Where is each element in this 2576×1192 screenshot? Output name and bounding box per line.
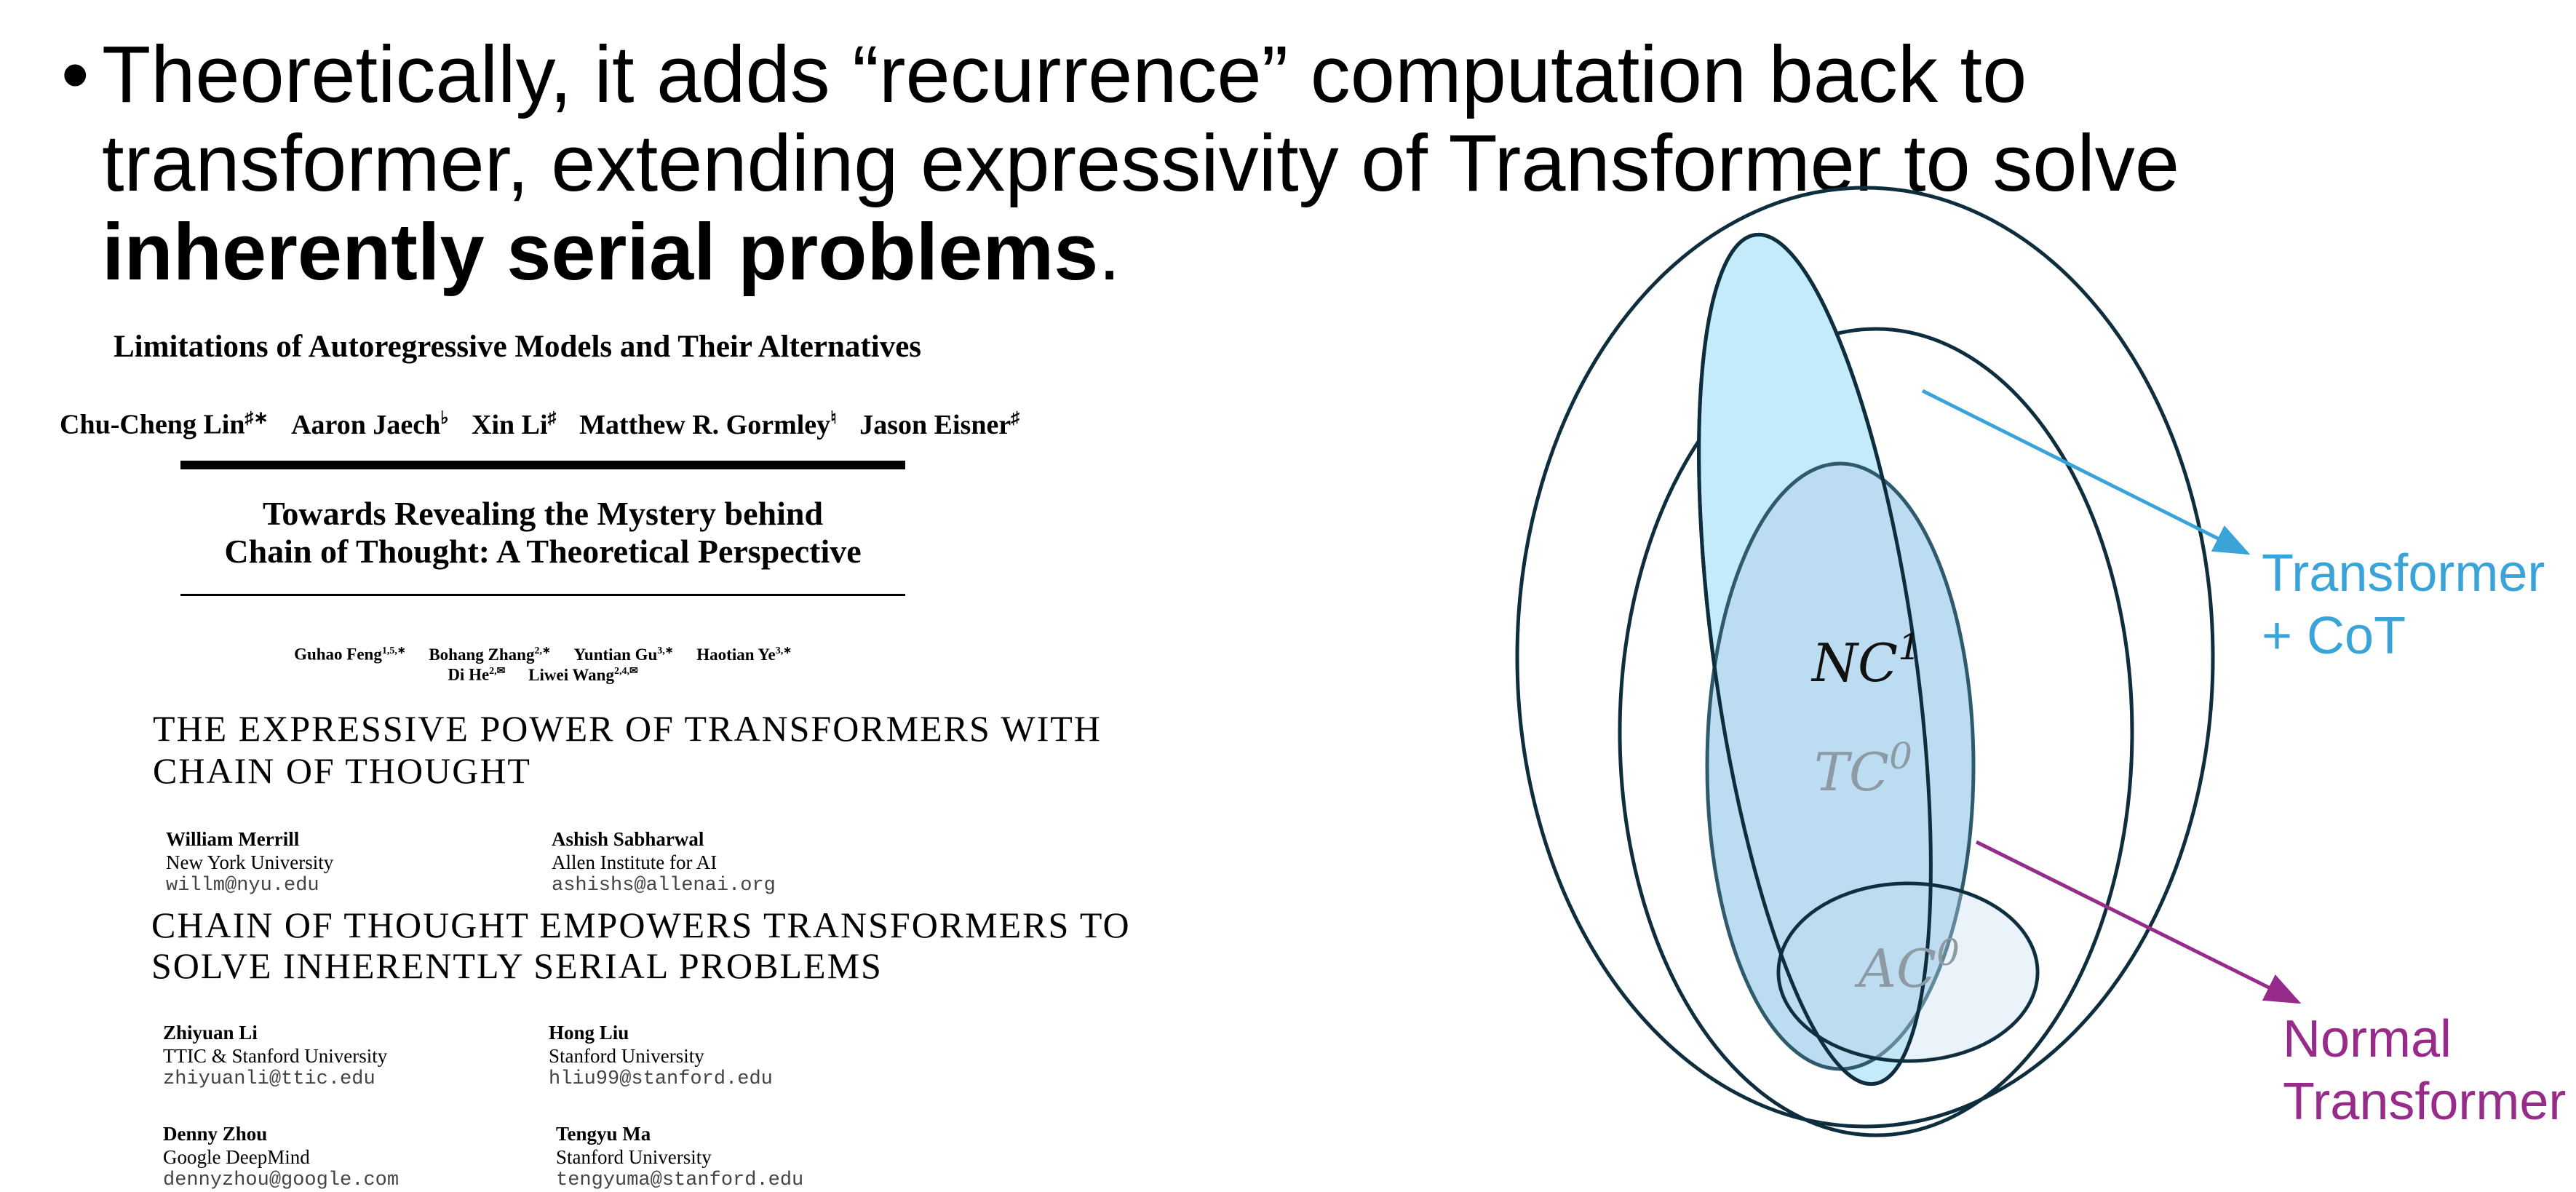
complexity-class-diagram: NC1 TC0 AC0 Transformer + CoT Normal Tra… <box>1515 186 2566 1137</box>
cot-arrow <box>1921 389 2251 555</box>
transformer-cot-label-line1: Transformer <box>2262 544 2545 603</box>
normal-transformer-label-line1: Normal <box>2283 1010 2452 1068</box>
normal-transformer-label-line2: Transformer <box>2283 1073 2566 1131</box>
transformer-cot-label-line2: + CoT <box>2262 607 2406 665</box>
